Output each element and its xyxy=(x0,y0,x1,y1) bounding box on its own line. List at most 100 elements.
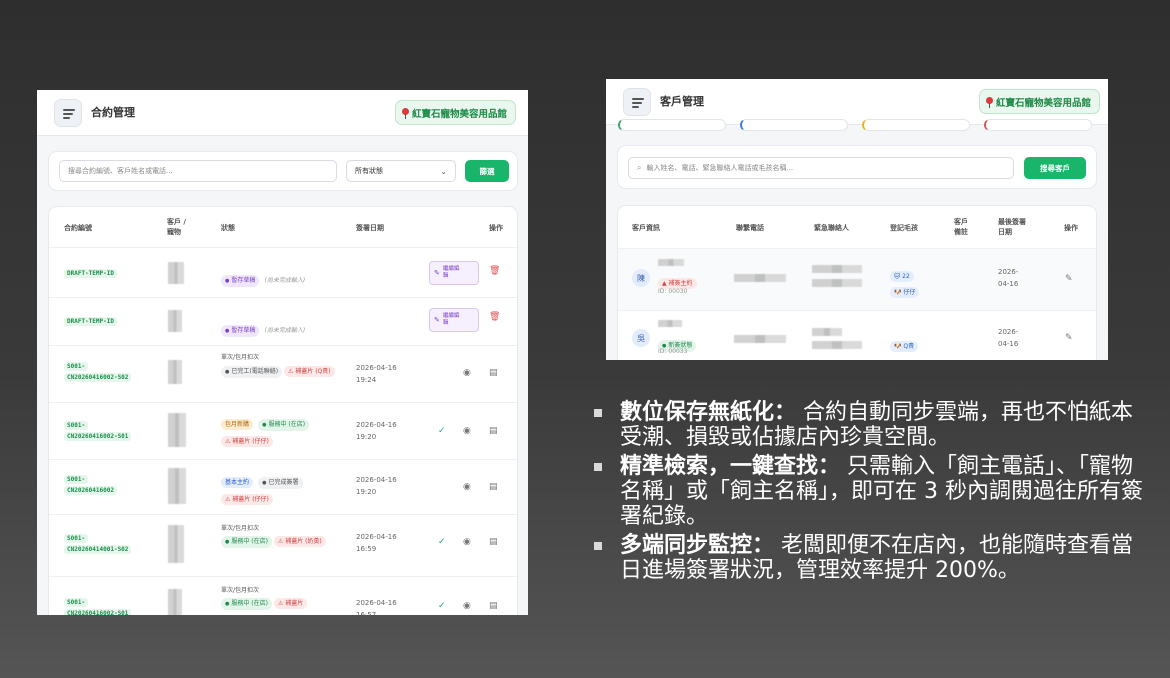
contract-id: DRAFT-TEMP-ID xyxy=(64,268,117,279)
bullet-sync: 多端同步監控： 老闆即便不在店內，也能隨時查看當日進場簽署狀況，管理效率提升 2… xyxy=(592,533,1152,583)
customer-avatar-blurred xyxy=(168,262,184,284)
document-icon[interactable]: ▤ xyxy=(489,601,498,611)
store-badge[interactable]: 紅寶石寵物美容用品館 xyxy=(978,89,1100,114)
last-signed-date: 2026-04-16 xyxy=(998,328,1019,348)
eye-icon[interactable]: ◉ xyxy=(463,368,471,378)
table-row[interactable]: S001- CN20260416002 基本主約 已完成簽署 ⚠ 補蓋片 (仔仔… xyxy=(49,459,517,514)
sign-date: 2026-04-16 19:20 xyxy=(356,421,397,441)
store-name: 紅寶石寵物美容用品館 xyxy=(995,97,1091,109)
col-note: 客戶備註 xyxy=(954,218,968,236)
pets-cell: 🐱 22 🐶 仔仔 xyxy=(890,266,920,298)
eye-icon[interactable]: ◉ xyxy=(463,537,471,547)
customer-avatar-blurred xyxy=(168,310,182,332)
continue-edit-button[interactable]: ✎ 繼續編輯 xyxy=(429,261,479,285)
contract-id: S001- CN20260416002-S01 xyxy=(64,597,132,615)
status-badge: 暫存草稿 xyxy=(221,325,260,337)
search-input[interactable]: 搜尋合約編號、客戶姓名或電話... xyxy=(59,160,337,182)
sign-date: 2026-04-16 16:57 xyxy=(356,599,397,615)
page-title: 合約管理 xyxy=(91,106,135,119)
edit-icon: ✎ xyxy=(434,268,440,277)
table-row[interactable]: 吳 新簽狀態 ID: 00033 🐶 Q貴 2026-04-16 ✎ xyxy=(618,310,1096,360)
contract-id: S001- CN20260416002 xyxy=(64,474,117,496)
eye-icon[interactable]: ◉ xyxy=(463,426,471,436)
stat-chip[interactable] xyxy=(984,119,1092,131)
filter-button[interactable]: 篩選 xyxy=(465,160,509,182)
status-badge: 已完工(電話聯絡) xyxy=(221,366,283,378)
customer-name-blurred xyxy=(658,259,684,266)
document-icon[interactable]: ▤ xyxy=(489,426,498,436)
bullet-search: 精準檢索，一鍵查找： 只需輸入「飼主電話」、「寵物名稱」或「飼主名稱」，即可在 … xyxy=(592,454,1152,529)
table-row[interactable]: S001- CN20260416002-S01 包月新購 服務中 (在店) ⚠ … xyxy=(49,402,517,459)
store-badge[interactable]: 紅寶石寵物美容用品館 xyxy=(394,100,516,125)
edit-icon: ✎ xyxy=(434,315,440,324)
edit-icon[interactable]: ✎ xyxy=(1065,333,1073,343)
contract-type-badge: 基本主約 xyxy=(221,477,254,488)
stat-chip[interactable] xyxy=(740,119,848,131)
phone-blurred xyxy=(734,274,786,282)
customer-avatar-blurred xyxy=(168,525,184,563)
customer-name-blurred xyxy=(658,320,682,327)
contracts-screenshot: 合約管理 紅寶石寵物美容用品館 搜尋合約編號、客戶姓名或電話... 所有狀態 ⌄… xyxy=(37,90,528,615)
phone-blurred xyxy=(734,335,786,343)
contracts-topbar: 合約管理 紅寶石寵物美容用品館 xyxy=(37,90,528,136)
table-row[interactable]: S001- CN20260416002-S01 單次/包月扣次 服務中 (在店)… xyxy=(49,576,517,615)
status-cell: 暫存草稿 (尚未完成輸入) xyxy=(221,267,305,287)
col-phone: 聯繫電話 xyxy=(736,224,764,232)
menu-icon[interactable] xyxy=(54,99,82,127)
contract-type: 單次/包月扣次 xyxy=(221,354,260,361)
pet-tag: 🐱 22 xyxy=(890,271,914,282)
status-badge: 服務中 (在店) xyxy=(221,536,272,548)
stat-chip[interactable] xyxy=(862,119,970,131)
document-icon[interactable]: ▤ xyxy=(489,537,498,547)
edit-icon[interactable]: ✎ xyxy=(1065,274,1073,284)
customer-avatar-blurred xyxy=(168,360,182,384)
col-actions: 操作 xyxy=(489,224,503,232)
check-icon[interactable]: ✓ xyxy=(438,537,446,547)
status-cell: 單次/包月扣次 服務中 (在店) ⚠ 補蓋片 (奶黃) xyxy=(221,522,326,548)
col-actions: 操作 xyxy=(1064,224,1078,232)
status-select[interactable]: 所有狀態 ⌄ xyxy=(346,160,456,182)
sign-date: 2026-04-16 19:24 xyxy=(356,364,397,384)
trash-icon[interactable]: 🗑 xyxy=(489,266,500,276)
customer-search-input[interactable]: ⌕ 輸入姓名、電話、緊急聯絡人電話或毛孩名稱... xyxy=(628,157,1014,179)
contracts-table: 合約編號 客戶 / 寵物 狀態 簽署日期 操作 DRAFT-TEMP-ID 暫存… xyxy=(48,206,518,615)
document-icon[interactable]: ▤ xyxy=(489,368,498,378)
contract-type: 單次/包月扣次 xyxy=(221,525,260,532)
customer-search-card: ⌕ 輸入姓名、電話、緊急聯絡人電話或毛孩名稱... 搜尋客戶 xyxy=(617,145,1097,189)
warning-badge: ⚠ 補蓋片 (奶黃) xyxy=(273,536,326,547)
contract-id: S001- CN20260414001-S02 xyxy=(64,533,132,555)
stat-chip[interactable] xyxy=(618,119,726,131)
trash-icon[interactable]: 🗑 xyxy=(489,312,500,322)
contract-id: S001- CN20260416002-S01 xyxy=(64,420,132,442)
customer-id: ID: 00033 xyxy=(658,348,688,355)
continue-edit-button[interactable]: ✎ 繼續編輯 xyxy=(429,308,479,332)
status-cell: 暫存草稿 (尚未完成輸入) xyxy=(221,317,305,337)
eye-icon[interactable]: ◉ xyxy=(463,482,471,492)
table-row[interactable]: 陳 ▲ 補簽主約 ID: 00030 🐱 22 🐶 仔仔 2026-04-16 … xyxy=(618,248,1096,310)
menu-icon[interactable] xyxy=(623,88,651,116)
emergency-phone-blurred xyxy=(812,341,862,349)
status-note: (尚未完成輸入) xyxy=(264,327,306,334)
table-row[interactable]: DRAFT-TEMP-ID 暫存草稿 (尚未完成輸入) ✎ 繼續編輯 🗑 xyxy=(49,297,517,345)
table-row[interactable]: S001- CN20260416002-S02 單次/包月扣次 已完工(電話聯絡… xyxy=(49,345,517,402)
search-customer-button[interactable]: 搜尋客戶 xyxy=(1024,157,1086,179)
emergency-contact-blurred xyxy=(812,328,842,336)
col-contract-id: 合約編號 xyxy=(64,224,92,232)
bullet-paperless: 數位保存無紙化： 合約自動同步雲端，再也不怕紙本受潮、損毀或佔據店內珍貴空間。 xyxy=(592,400,1152,450)
col-customer-info: 客戶資訊 xyxy=(632,224,660,232)
col-status: 狀態 xyxy=(221,224,235,232)
check-icon[interactable]: ✓ xyxy=(438,601,446,611)
status-badge: 服務中 (在店) xyxy=(258,419,310,431)
check-icon[interactable]: ✓ xyxy=(438,426,446,436)
document-icon[interactable]: ▤ xyxy=(489,482,498,492)
contract-type: 單次/包月扣次 xyxy=(221,587,260,594)
status-badge: 已完成簽署 xyxy=(258,477,303,489)
contract-type-badge: 包月新購 xyxy=(221,419,254,430)
table-row[interactable]: DRAFT-TEMP-ID 暫存草稿 (尚未完成輸入) ✎ 繼續編輯 🗑 xyxy=(49,247,517,297)
store-name: 紅寶石寵物美容用品館 xyxy=(411,108,507,120)
emergency-contact-blurred xyxy=(812,265,862,273)
customer-status: ▲ 補簽主約 xyxy=(658,270,697,289)
eye-icon[interactable]: ◉ xyxy=(463,601,471,611)
table-row[interactable]: S001- CN20260414001-S02 單次/包月扣次 服務中 (在店)… xyxy=(49,514,517,576)
sign-date: 2026-04-16 19:20 xyxy=(356,476,397,496)
